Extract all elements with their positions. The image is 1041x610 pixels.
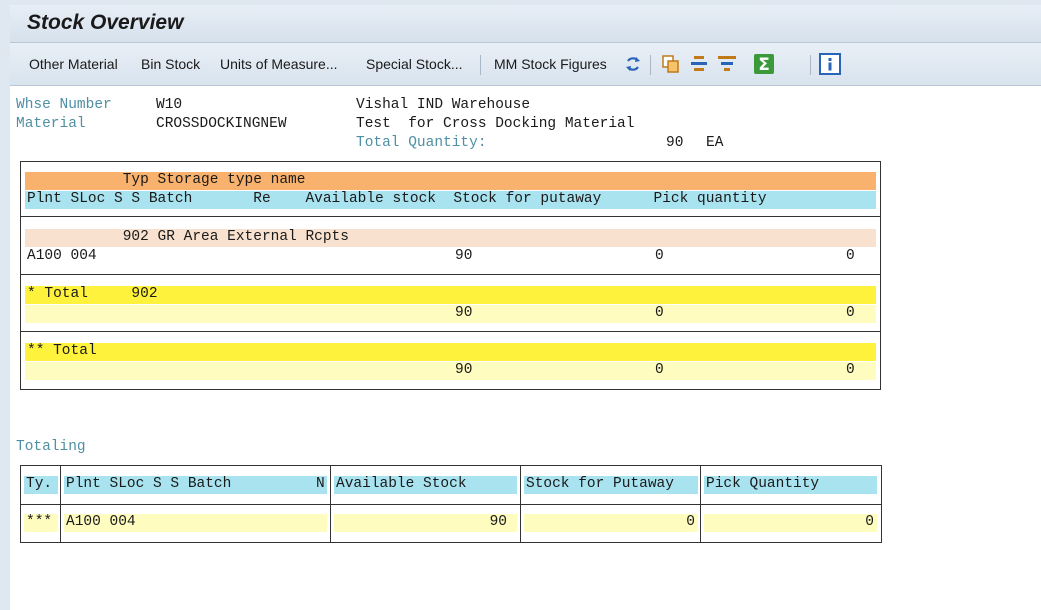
grand-total-title: ** Total xyxy=(27,343,97,359)
filter-icon[interactable] xyxy=(716,53,738,80)
column-header-text: Plnt SLoc S S Batch Re Available stock S… xyxy=(27,191,767,207)
totaling-table: Ty. Plnt SLoc S S Batch N Available Stoc… xyxy=(20,465,882,543)
totaling-row-available[interactable]: 90 xyxy=(334,514,517,532)
totaling-header-available-text: Available Stock xyxy=(336,476,467,492)
subtotal-available-stock: 90 xyxy=(455,305,473,321)
totaling-row-pick-text: 0 xyxy=(865,514,874,530)
info-icon[interactable] xyxy=(819,53,841,80)
other-material-button[interactable]: Other Material xyxy=(29,56,118,72)
copy-icon[interactable] xyxy=(660,53,682,80)
grand-total-available-stock: 90 xyxy=(455,362,473,378)
grand-total-title-row: ** Total xyxy=(25,343,876,361)
storage-type-group-row: 902 GR Area External Rcpts xyxy=(25,229,876,247)
divider xyxy=(20,274,881,275)
column-header-row-1: Typ Storage type name xyxy=(25,172,876,190)
totaling-row-pick[interactable]: 0 xyxy=(704,514,877,532)
divider xyxy=(20,331,881,332)
total-quantity-unit: EA xyxy=(706,135,724,151)
available-stock-cell: 90 xyxy=(455,248,473,264)
storage-type-group-title: 902 GR Area External Rcpts xyxy=(27,229,349,245)
application-toolbar: Other Material Bin Stock Units of Measur… xyxy=(10,43,1041,86)
stock-putaway-cell: 0 xyxy=(655,248,664,264)
whse-number-value: W10 xyxy=(156,97,183,113)
totaling-row-available-text: 90 xyxy=(489,514,507,530)
totaling-header-ty: Ty. xyxy=(24,476,58,494)
totaling-header-putaway: Stock for Putaway xyxy=(524,476,698,494)
totaling-row-ty[interactable]: *** xyxy=(24,514,58,532)
grand-total-values-row: 90 0 0 xyxy=(25,362,876,380)
material-value: CROSSDOCKINGNEW xyxy=(156,116,287,132)
page-title: Stock Overview xyxy=(27,11,184,34)
title-bar: Stock Overview xyxy=(10,5,1041,43)
totaling-row-putaway-text: 0 xyxy=(686,514,695,530)
units-of-measure-button[interactable]: Units of Measure... xyxy=(220,56,338,72)
total-quantity-label: Total Quantity: xyxy=(356,135,487,151)
table-row[interactable]: A100 004 90 0 0 xyxy=(25,248,876,266)
totaling-header-available: Available Stock xyxy=(334,476,517,494)
totaling-label: Totaling xyxy=(16,439,86,455)
divider xyxy=(20,216,881,217)
plant-sloc-cell: A100 004 xyxy=(27,248,97,264)
pick-quantity-cell: 0 xyxy=(846,248,855,264)
whse-number-label: Whse Number xyxy=(16,97,112,113)
special-stock-button[interactable]: Special Stock... xyxy=(366,56,463,72)
totaling-header-putaway-text: Stock for Putaway xyxy=(526,476,674,492)
align-center-icon[interactable] xyxy=(688,53,710,80)
whse-description: Vishal IND Warehouse xyxy=(356,97,531,113)
subtotal-stock-putaway: 0 xyxy=(655,305,664,321)
totaling-header-plnt: Plnt SLoc S S Batch N xyxy=(64,476,327,494)
toolbar-separator xyxy=(810,55,811,75)
toolbar-separator xyxy=(480,55,481,75)
row-divider xyxy=(21,504,881,505)
subtotal-title-row: * Total 902 xyxy=(25,286,876,304)
refresh-icon[interactable] xyxy=(622,53,644,80)
total-quantity-value: 90 xyxy=(666,135,684,151)
grand-total-stock-putaway: 0 xyxy=(655,362,664,378)
totaling-row-plnt-text: A100 004 xyxy=(66,514,136,530)
content-area: Whse Number W10 Vishal IND Warehouse Mat… xyxy=(10,86,1041,610)
mm-stock-figures-button[interactable]: MM Stock Figures xyxy=(494,56,607,72)
column-header-row-2: Plnt SLoc S S Batch Re Available stock S… xyxy=(25,191,876,209)
totaling-header-n-text: N xyxy=(316,476,325,492)
material-description: Test for Cross Docking Material xyxy=(356,116,635,132)
totaling-header-pick: Pick Quantity xyxy=(704,476,877,494)
totaling-row-putaway[interactable]: 0 xyxy=(524,514,698,532)
column-header-text: Typ Storage type name xyxy=(27,172,306,188)
totaling-header-ty-text: Ty. xyxy=(26,476,53,492)
svg-text:Σ: Σ xyxy=(758,55,770,75)
sum-icon[interactable]: Σ xyxy=(753,53,775,80)
subtotal-values-row: 90 0 0 xyxy=(25,305,876,323)
subtotal-title: * Total 902 xyxy=(27,286,158,302)
subtotal-pick-quantity: 0 xyxy=(846,305,855,321)
grand-total-pick-quantity: 0 xyxy=(846,362,855,378)
totaling-header-pick-text: Pick Quantity xyxy=(706,476,820,492)
material-label: Material xyxy=(16,116,86,132)
bin-stock-button[interactable]: Bin Stock xyxy=(141,56,200,72)
totaling-row-ty-text: *** xyxy=(26,514,53,530)
toolbar-separator xyxy=(650,55,651,75)
totaling-header-plnt-text: Plnt SLoc S S Batch xyxy=(66,476,232,492)
totaling-row-plnt[interactable]: A100 004 xyxy=(64,514,327,532)
